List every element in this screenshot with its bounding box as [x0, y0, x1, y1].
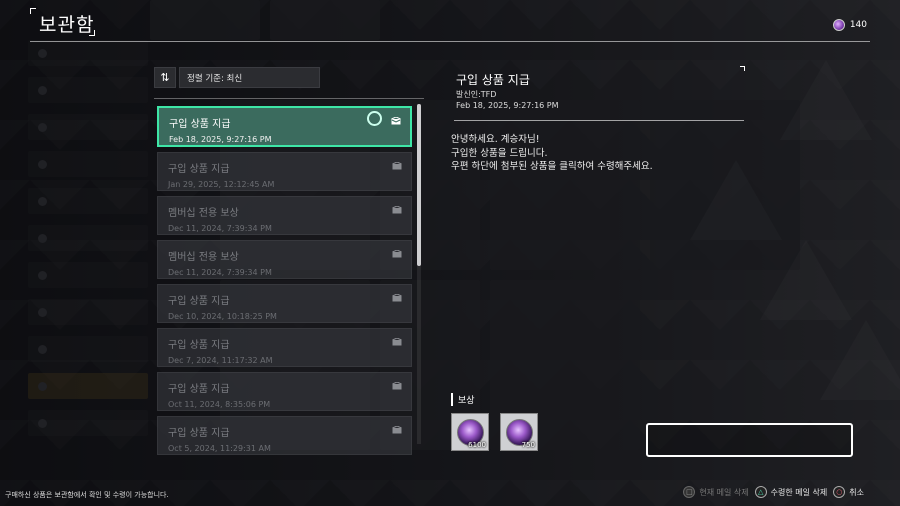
circle-button-icon: ○	[833, 486, 846, 498]
action-focus-box[interactable]	[646, 423, 853, 457]
detail-divider	[454, 120, 744, 121]
mail-detail-title: 구입 상품 지급	[456, 73, 530, 87]
sort-order-button[interactable]: ⇅	[154, 67, 176, 88]
scrollbar-thumb[interactable]	[417, 104, 421, 266]
footer-actions: □ 현재 메일 삭제 △ 수령한 메일 삭제 ○ 취소	[683, 486, 864, 498]
mail-date: Oct 11, 2024, 8:35:06 PM	[168, 400, 271, 409]
sort-icon: ⇅	[160, 71, 170, 84]
square-button-icon: □	[683, 486, 696, 498]
cancel-action[interactable]: ○ 취소	[833, 486, 864, 498]
mail-body-line: 구입한 상품을 드립니다.	[451, 147, 548, 159]
mail-subject: 멤버십 전용 보상	[168, 252, 239, 263]
page-title: 보관함	[39, 14, 95, 36]
envelope-open-icon	[392, 338, 402, 346]
mail-item[interactable]: 구입 상품 지급 Oct 11, 2024, 8:35:06 PM	[157, 372, 412, 411]
action-label: 수령한 메일 삭제	[770, 487, 828, 497]
mail-subject: 구입 상품 지급	[169, 119, 231, 130]
triangle-button-icon: △	[754, 486, 767, 498]
mail-subject: 구입 상품 지급	[168, 384, 230, 395]
mail-subject: 구입 상품 지급	[168, 428, 230, 439]
mail-subject: 멤버십 전용 보상	[168, 208, 239, 219]
reward-quantity: 6100	[468, 441, 486, 449]
mail-date: Oct 5, 2024, 11:29:31 AM	[168, 444, 271, 453]
action-label: 취소	[849, 487, 864, 497]
envelope-open-icon	[392, 250, 402, 258]
mail-body-line: 안녕하세요. 계승자님!	[451, 134, 540, 145]
mail-item[interactable]: 구입 상품 지급 Dec 10, 2024, 10:18:25 PM	[157, 284, 412, 323]
mail-subject: 구입 상품 지급	[168, 296, 230, 307]
mail-date: Dec 11, 2024, 7:39:34 PM	[168, 224, 272, 233]
sort-dropdown[interactable]: 정렬 기준: 최신	[179, 67, 320, 88]
mail-date: Dec 7, 2024, 11:17:32 AM	[168, 356, 273, 365]
footer-note: 구매하신 상품은 보관함에서 확인 및 수령이 가능합니다.	[5, 491, 169, 499]
envelope-open-icon	[392, 206, 402, 214]
mail-date: Feb 18, 2025, 9:27:16 PM	[169, 135, 272, 144]
mail-detail-sender: 발신인:TFD	[456, 90, 497, 99]
reward-item[interactable]: 750	[500, 413, 538, 451]
corner-tick	[30, 8, 36, 14]
mail-list: 구입 상품 지급 Feb 18, 2025, 9:27:16 PM 구입 상품 …	[157, 106, 412, 460]
caliber-coin-icon	[832, 19, 845, 31]
corner-tick	[89, 30, 95, 36]
reward-quantity: 750	[521, 441, 535, 449]
currency-display: 140	[832, 19, 867, 31]
mail-subject: 구입 상품 지급	[168, 164, 230, 175]
mail-subject: 구입 상품 지급	[168, 340, 230, 351]
mail-detail-body: 안녕하세요. 계승자님! 구입한 상품을 드립니다. 우편 하단에 첨부된 상품…	[451, 133, 653, 174]
action-label: 현재 메일 삭제	[699, 487, 749, 497]
reward-label: 보상	[451, 393, 475, 406]
sort-label: 정렬 기준: 최신	[187, 73, 243, 84]
mail-date: Jan 29, 2025, 12:12:45 AM	[168, 180, 275, 189]
mail-date: Dec 11, 2024, 7:39:34 PM	[168, 268, 272, 277]
envelope-open-icon	[391, 117, 401, 125]
mail-item[interactable]: 구입 상품 지급 Dec 7, 2024, 11:17:32 AM	[157, 328, 412, 367]
mail-item[interactable]: 멤버십 전용 보상 Dec 11, 2024, 7:39:34 PM	[157, 196, 412, 235]
header-divider	[30, 41, 870, 42]
envelope-open-icon	[392, 294, 402, 302]
delete-received-mail-action[interactable]: △ 수령한 메일 삭제	[754, 486, 828, 498]
envelope-open-icon	[392, 162, 402, 170]
mail-date: Dec 10, 2024, 10:18:25 PM	[168, 312, 277, 321]
mail-body-line: 우편 하단에 첨부된 상품을 클릭하여 수령해주세요.	[451, 161, 653, 172]
delete-current-mail-action[interactable]: □ 현재 메일 삭제	[683, 486, 749, 498]
reward-item[interactable]: 6100	[451, 413, 489, 451]
mail-item[interactable]: 구입 상품 지급 Feb 18, 2025, 9:27:16 PM	[157, 106, 412, 147]
selection-cursor-icon	[367, 111, 382, 126]
mail-detail-date: Feb 18, 2025, 9:27:16 PM	[456, 101, 559, 110]
mail-item[interactable]: 멤버십 전용 보상 Dec 11, 2024, 7:39:34 PM	[157, 240, 412, 279]
list-divider	[154, 98, 424, 99]
mail-item[interactable]: 구입 상품 지급 Oct 5, 2024, 11:29:31 AM	[157, 416, 412, 455]
corner-tick	[740, 66, 745, 71]
currency-amount: 140	[849, 20, 867, 30]
envelope-open-icon	[392, 382, 402, 390]
mail-item[interactable]: 구입 상품 지급 Jan 29, 2025, 12:12:45 AM	[157, 152, 412, 191]
envelope-open-icon	[392, 426, 402, 434]
